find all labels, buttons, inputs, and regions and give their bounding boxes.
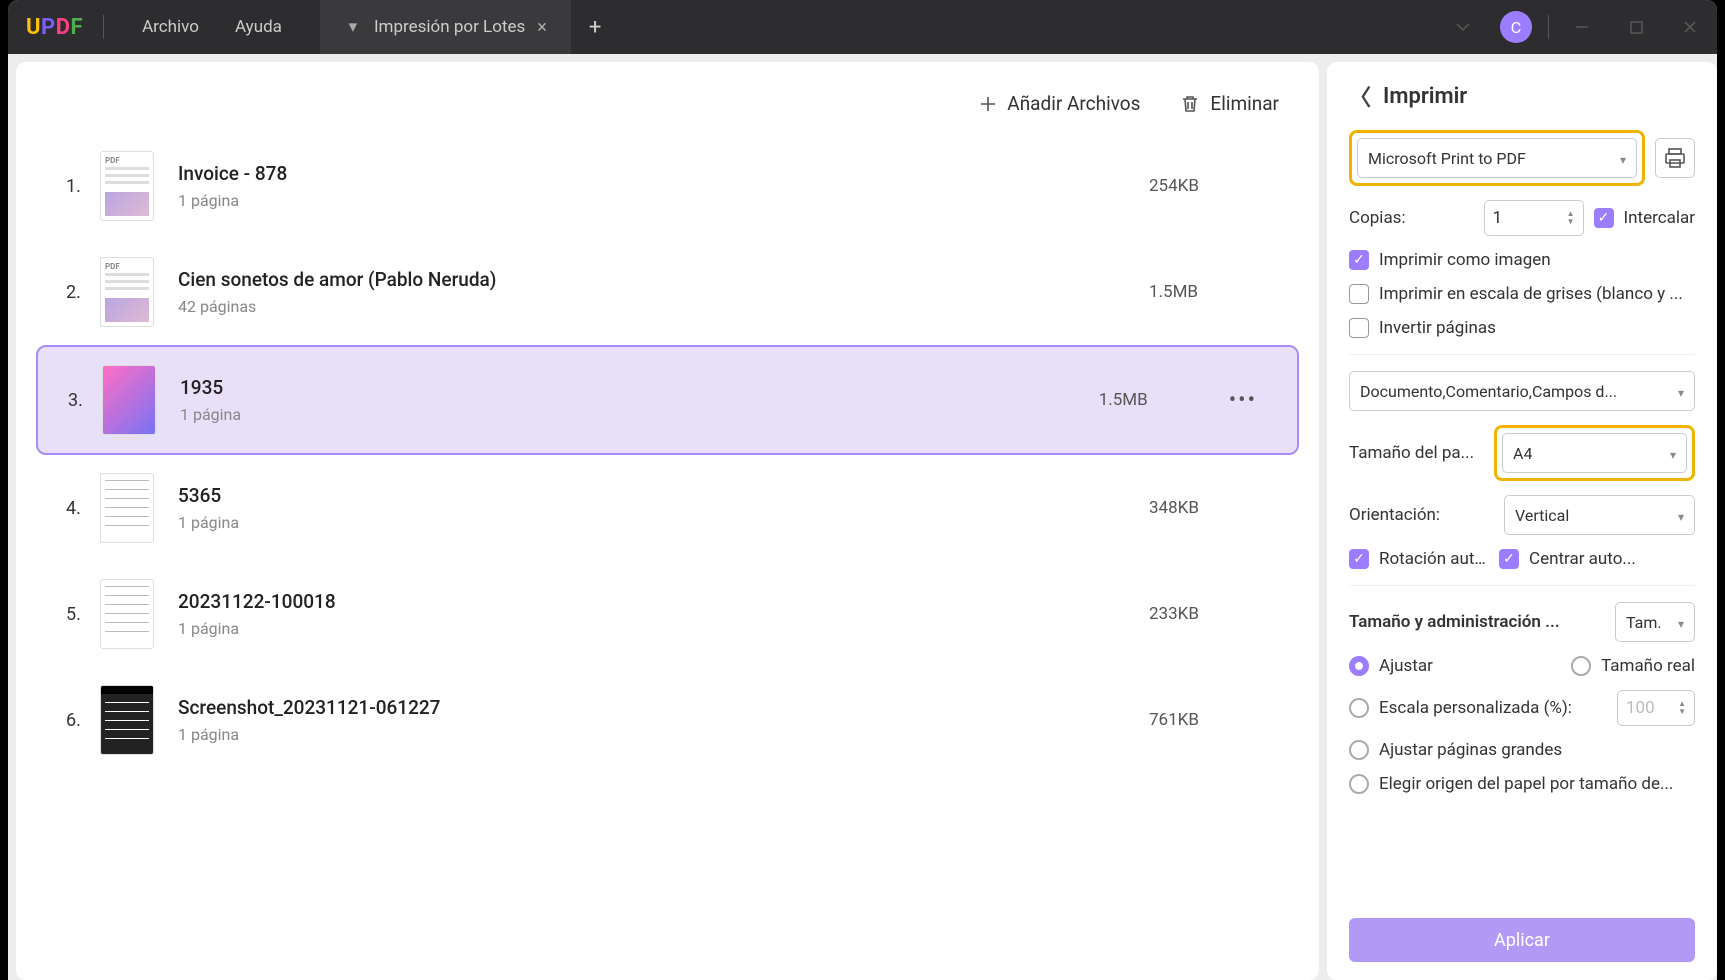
file-name: 5365 — [178, 484, 1149, 507]
custom-scale-radio[interactable] — [1349, 698, 1369, 718]
plus-icon — [979, 95, 997, 113]
more-options-button[interactable]: ••• — [1219, 388, 1267, 413]
row-number: 2. — [66, 282, 100, 303]
file-meta: 1 página — [180, 405, 1099, 424]
minimize-button[interactable] — [1555, 0, 1609, 54]
back-chevron-icon[interactable]: 〈 — [1349, 80, 1371, 112]
auto-rotate-checkbox[interactable] — [1349, 549, 1369, 569]
actual-size-radio[interactable] — [1571, 656, 1591, 676]
collate-checkbox[interactable] — [1594, 208, 1614, 228]
print-as-image-checkbox[interactable] — [1349, 250, 1369, 270]
file-list[interactable]: 1.PDFInvoice - 8781 página254KB2.PDFCien… — [16, 133, 1319, 980]
printer-icon — [1664, 147, 1686, 169]
file-meta: 1 página — [178, 513, 1149, 532]
file-size: 348KB — [1149, 498, 1269, 518]
paper-size-label: Tamaño del pa... — [1349, 443, 1484, 463]
app-window: UPDF Archivo Ayuda ▾ Impresión por Lotes… — [8, 0, 1717, 980]
file-row[interactable]: 6. Screenshot_20231121-061227 1 página761K… — [36, 667, 1299, 773]
orientation-label: Orientación: — [1349, 505, 1494, 525]
titlebar: UPDF Archivo Ayuda ▾ Impresión por Lotes… — [8, 0, 1717, 54]
grayscale-checkbox[interactable] — [1349, 284, 1369, 304]
size-mgmt-label: Tamaño y administración ... — [1349, 612, 1605, 632]
menu-archivo[interactable]: Archivo — [124, 17, 217, 37]
file-meta: 1 página — [178, 619, 1149, 638]
print-settings-panel: 〈 Imprimir Microsoft Print to PDF Copias… — [1327, 62, 1717, 980]
paper-size-select[interactable]: A4 — [1502, 433, 1687, 473]
file-size: 233KB — [1149, 604, 1269, 624]
file-size: 761KB — [1149, 710, 1269, 730]
row-number: 5. — [66, 604, 100, 625]
chevron-down-icon[interactable] — [1436, 0, 1490, 54]
file-meta: 42 páginas — [178, 297, 1149, 316]
close-tab-icon[interactable]: × — [537, 17, 547, 38]
reverse-pages-checkbox[interactable] — [1349, 318, 1369, 338]
file-name: Screenshot_20231121-061227 — [178, 696, 1149, 719]
menu-ayuda[interactable]: Ayuda — [217, 17, 300, 37]
copies-label: Copias: — [1349, 208, 1474, 228]
row-number: 1. — [66, 176, 100, 197]
orientation-select[interactable]: Vertical — [1504, 495, 1695, 535]
collate-label: Intercalar — [1624, 208, 1695, 228]
apply-button[interactable]: Aplicar — [1349, 918, 1695, 962]
fit-large-radio[interactable] — [1349, 740, 1369, 760]
file-row[interactable]: 3. 1935 1 página1.5MB••• — [36, 345, 1299, 455]
row-number: 4. — [66, 498, 100, 519]
trash-icon — [1180, 94, 1200, 114]
file-size: 1.5MB — [1099, 390, 1219, 410]
row-number: 3. — [68, 390, 102, 411]
printer-select[interactable]: Microsoft Print to PDF — [1357, 138, 1637, 178]
file-name: 1935 — [180, 376, 1099, 399]
chevron-down-icon[interactable]: ▾ — [344, 18, 362, 36]
file-size: 1.5MB — [1149, 282, 1269, 302]
file-row[interactable]: 4. 5365 1 página348KB — [36, 455, 1299, 561]
close-window-button[interactable] — [1663, 0, 1717, 54]
printer-settings-button[interactable] — [1655, 138, 1695, 178]
delete-button[interactable]: Eliminar — [1180, 92, 1279, 115]
paper-source-radio[interactable] — [1349, 774, 1369, 794]
new-tab-button[interactable]: + — [589, 15, 601, 40]
file-name: 20231122-100018 — [178, 590, 1149, 613]
file-size: 254KB — [1149, 176, 1269, 196]
copies-input[interactable]: 1▲▼ — [1484, 200, 1584, 236]
file-meta: 1 página — [178, 725, 1149, 744]
file-name: Cien sonetos de amor (Pablo Neruda) — [178, 268, 1149, 291]
file-row[interactable]: 2.PDFCien sonetos de amor (Pablo Neruda)… — [36, 239, 1299, 345]
fit-radio[interactable] — [1349, 656, 1369, 676]
user-avatar[interactable]: C — [1500, 11, 1532, 43]
tab-batch-print[interactable]: ▾ Impresión por Lotes × — [320, 0, 571, 54]
custom-scale-input[interactable]: 100▲▼ — [1617, 690, 1695, 726]
tab-title: Impresión por Lotes — [374, 17, 525, 37]
auto-center-checkbox[interactable] — [1499, 549, 1519, 569]
print-content-select[interactable]: Documento,Comentario,Campos d... — [1349, 371, 1695, 411]
file-meta: 1 página — [178, 191, 1149, 210]
add-files-button[interactable]: Añadir Archivos — [979, 92, 1140, 115]
row-number: 6. — [66, 710, 100, 731]
app-logo: UPDF — [26, 15, 83, 40]
file-row[interactable]: 5. 20231122-100018 1 página233KB — [36, 561, 1299, 667]
panel-title: Imprimir — [1383, 84, 1467, 109]
file-list-panel: Añadir Archivos Eliminar 1.PDFInvoice - … — [16, 62, 1319, 980]
file-row[interactable]: 1.PDFInvoice - 8781 página254KB — [36, 133, 1299, 239]
file-name: Invoice - 878 — [178, 162, 1149, 185]
maximize-button[interactable] — [1609, 0, 1663, 54]
size-mgmt-select[interactable]: Tam. — [1615, 602, 1695, 642]
